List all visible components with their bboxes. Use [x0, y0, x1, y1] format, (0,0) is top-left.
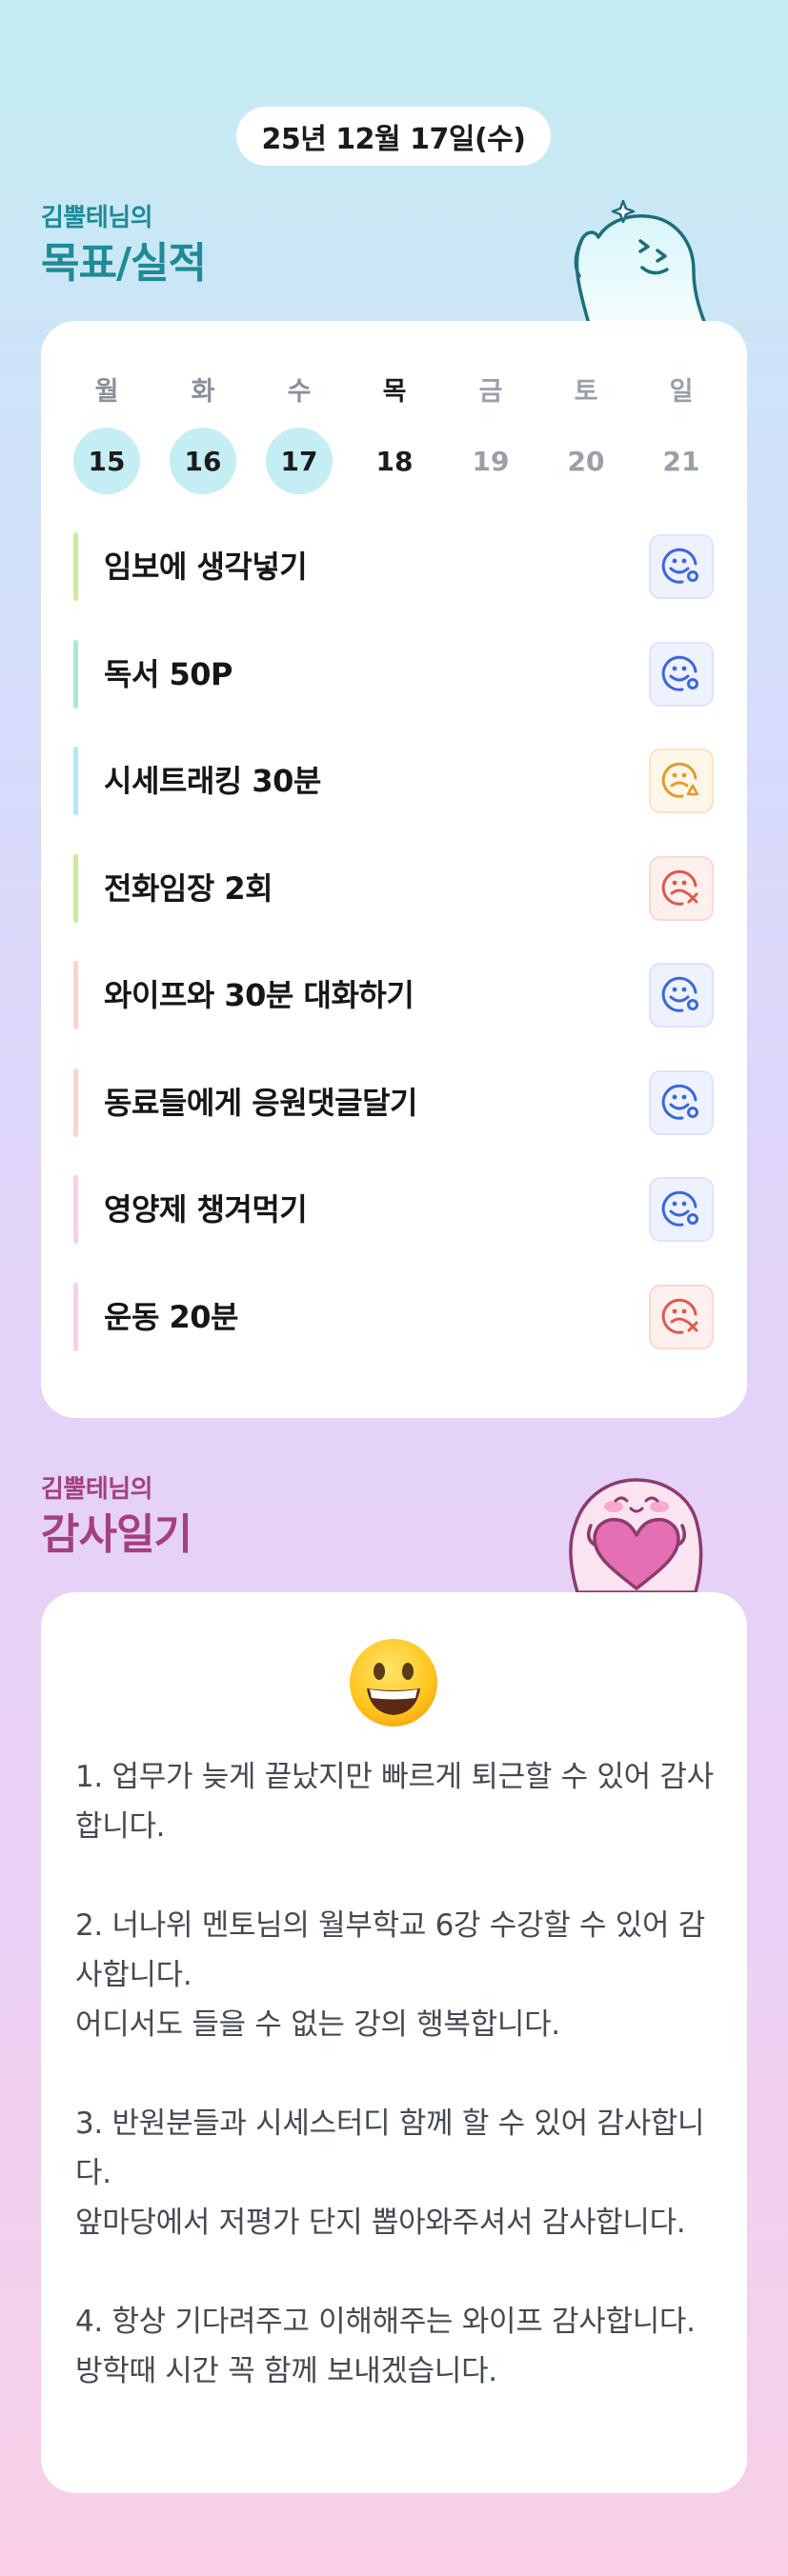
day-number: 18 [375, 445, 414, 477]
day-number: 17 [266, 428, 333, 494]
status-achieved-icon[interactable] [649, 963, 714, 1028]
goal-color-bar [73, 853, 78, 923]
status-achieved-icon[interactable] [649, 641, 714, 707]
day-name: 목 [382, 377, 407, 407]
goal-color-bar [73, 532, 78, 601]
goal-label: 운동 20분 [104, 1298, 239, 1335]
gratitude-card: 1. 업무가 늦게 끝났지만 빠르게 퇴근할 수 있어 감사합니다. 2. 너나… [41, 1592, 747, 2493]
goal-item[interactable]: 와이프와 30분 대화하기 [73, 961, 714, 1029]
goal-label: 독서 50P [104, 655, 233, 692]
day-number: 16 [170, 428, 236, 494]
goal-color-bar [73, 1282, 78, 1351]
day-number: 20 [567, 445, 605, 477]
goal-label: 동료들에게 응원댓글달기 [104, 1084, 417, 1121]
heart-ghost-character-icon [569, 1478, 703, 1592]
goal-label: 영양제 챙겨먹기 [104, 1191, 308, 1228]
goal-color-bar [73, 747, 78, 815]
day-name: 화 [191, 377, 215, 407]
status-achieved-icon[interactable] [649, 534, 714, 599]
goal-color-bar [73, 639, 78, 709]
ghost-character-icon [574, 199, 707, 324]
goal-label: 전화임장 2회 [104, 869, 273, 907]
goal-item[interactable]: 영양제 챙겨먹기 [73, 1175, 714, 1244]
goal-item[interactable]: 동료들에게 응원댓글달기 [73, 1068, 714, 1137]
day-number: 21 [662, 445, 700, 477]
day-name: 금 [478, 377, 503, 407]
day-number: 15 [73, 428, 140, 494]
goal-item[interactable]: 독서 50P [73, 639, 714, 709]
status-achieved-icon[interactable] [649, 1069, 714, 1135]
goal-color-bar [73, 1175, 78, 1244]
goal-label: 임보에 생각넣기 [104, 549, 308, 585]
day-name: 수 [287, 377, 312, 407]
gratitude-title: 감사일기 [41, 1510, 192, 1559]
gratitude-text: 1. 업무가 늦게 끝났지만 빠르게 퇴근할 수 있어 감사합니다. 2. 너나… [75, 1760, 714, 2388]
goal-label: 와이프와 30분 대화하기 [104, 977, 414, 1013]
goal-color-bar [73, 961, 78, 1029]
goal-color-bar [73, 1068, 78, 1137]
goals-card: 월 15 화 16 수 17 목 18 금 19 토 20 일 21 임보에 생… [41, 321, 747, 1418]
status-missed-icon[interactable] [649, 855, 714, 921]
goal-label: 시세트래킹 30분 [104, 763, 321, 799]
day-name: 일 [669, 377, 694, 407]
goal-item[interactable]: 시세트래킹 30분 [73, 747, 714, 815]
goal-item[interactable]: 임보에 생각넣기 [73, 532, 714, 601]
date-pill: 25년 12월 17일(수) [236, 107, 551, 166]
status-partial-icon[interactable] [649, 749, 714, 813]
goal-item[interactable]: 운동 20분 [73, 1282, 714, 1351]
day-number: 19 [472, 445, 510, 477]
day-name: 토 [574, 377, 598, 407]
goals-title: 목표/실적 [41, 239, 207, 288]
status-missed-icon[interactable] [649, 1284, 714, 1349]
status-achieved-icon[interactable] [649, 1177, 714, 1242]
grinning-face-icon [350, 1639, 437, 1727]
goal-item[interactable]: 전화임장 2회 [73, 853, 714, 923]
day-name: 월 [94, 377, 119, 407]
